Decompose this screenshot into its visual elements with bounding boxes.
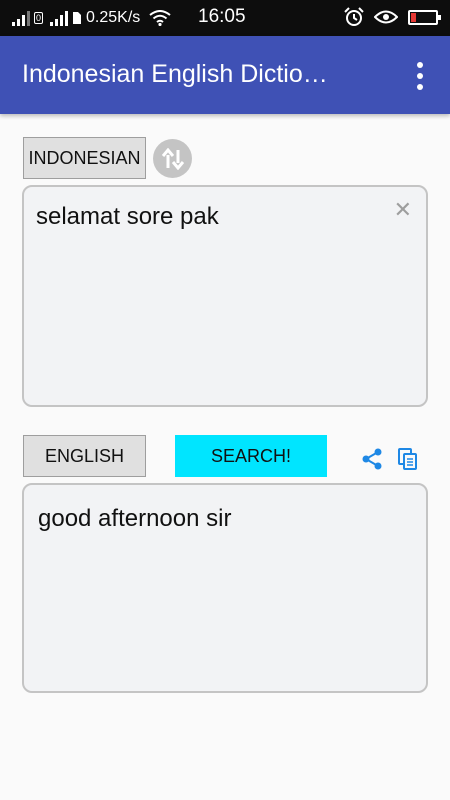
network-speed: 0.25K/s bbox=[86, 9, 141, 26]
search-button[interactable]: SEARCH! bbox=[175, 435, 327, 477]
copy-icon bbox=[398, 448, 417, 470]
swap-icon bbox=[161, 147, 184, 170]
translation-text: good afternoon sir bbox=[38, 505, 232, 532]
alarm-icon bbox=[344, 7, 364, 26]
app-bar: Indonesian English Dictio… bbox=[0, 36, 450, 114]
source-language-button[interactable]: INDONESIAN bbox=[23, 137, 146, 179]
source-text-box[interactable]: selamat sore pak ✕ bbox=[22, 185, 428, 407]
app-title: Indonesian English Dictio… bbox=[22, 60, 328, 88]
signal-icon-2 bbox=[50, 10, 69, 26]
share-button[interactable] bbox=[358, 445, 386, 473]
signal-icon bbox=[12, 10, 30, 26]
battery-icon bbox=[408, 9, 441, 25]
clock: 16:05 bbox=[198, 6, 246, 27]
eye-icon bbox=[374, 10, 398, 24]
clear-icon[interactable]: ✕ bbox=[394, 199, 412, 221]
wifi-icon bbox=[149, 10, 171, 26]
source-text[interactable]: selamat sore pak bbox=[36, 203, 219, 230]
target-language-button[interactable]: ENGLISH bbox=[23, 435, 146, 477]
translation-text-box[interactable]: good afternoon sir bbox=[22, 483, 428, 693]
overflow-menu-icon[interactable] bbox=[410, 62, 430, 90]
sim-card-icon bbox=[73, 12, 82, 24]
sim-label: 0 bbox=[34, 12, 44, 24]
copy-button[interactable] bbox=[394, 445, 422, 473]
status-bar: 0 0.25K/s 16:05 bbox=[0, 0, 450, 36]
swap-languages-button[interactable] bbox=[153, 139, 192, 178]
share-icon bbox=[362, 448, 382, 470]
